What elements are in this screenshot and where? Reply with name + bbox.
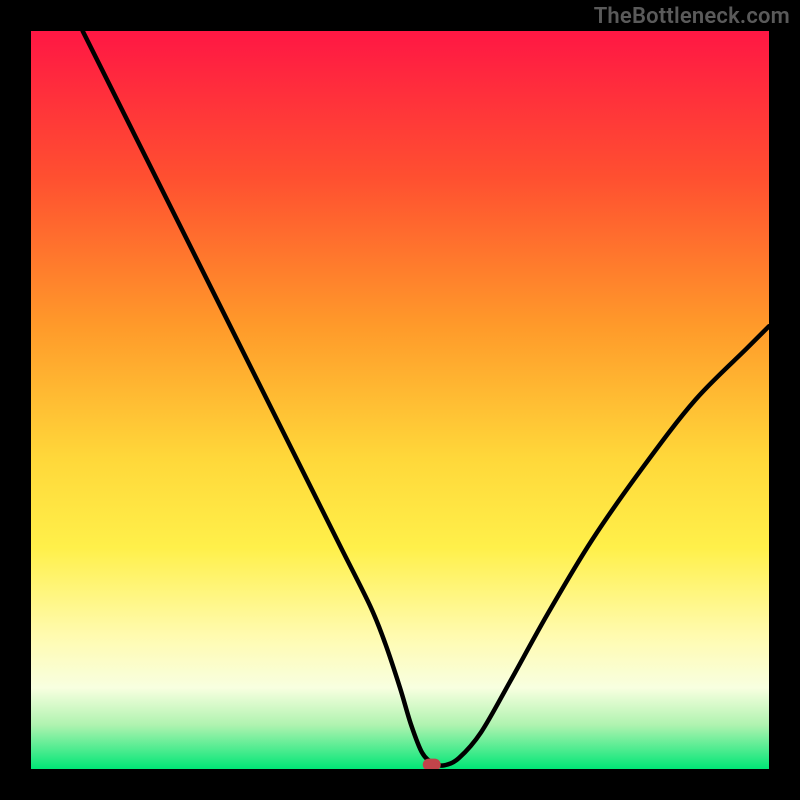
- plot-area: [31, 31, 769, 769]
- optimal-marker: [423, 759, 441, 769]
- curve-line: [83, 31, 769, 766]
- chart-svg: [31, 31, 769, 769]
- chart-frame: TheBottleneck.com: [0, 0, 800, 800]
- watermark-text: TheBottleneck.com: [594, 4, 790, 29]
